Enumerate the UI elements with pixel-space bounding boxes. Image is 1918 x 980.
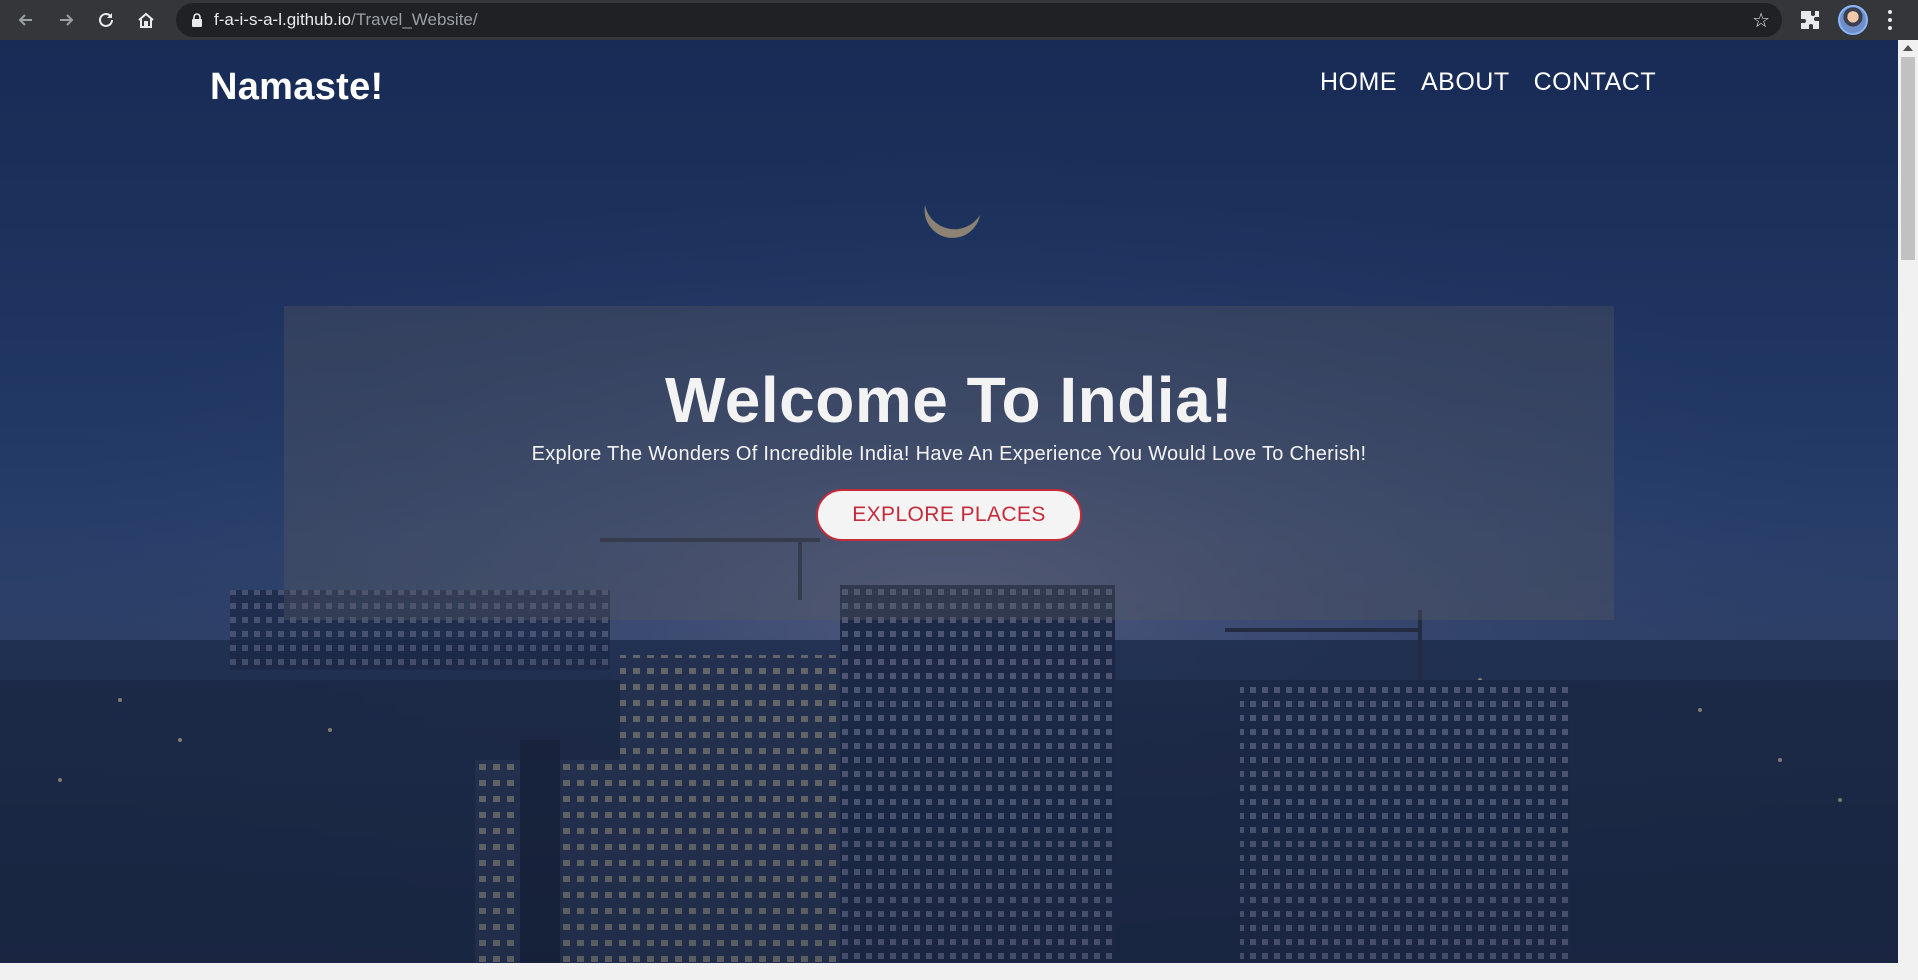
url-path: /Travel_Website/ — [351, 10, 478, 29]
scrollbar-thumb[interactable] — [1901, 57, 1915, 260]
back-icon[interactable] — [12, 6, 40, 34]
site-nav: HOME ABOUT CONTACT — [1320, 68, 1656, 97]
url-text: f-a-i-s-a-l.github.io/Travel_Website/ — [214, 10, 478, 30]
hero-title: Welcome To India! — [665, 364, 1233, 436]
forward-icon[interactable] — [52, 6, 80, 34]
browser-toolbar: f-a-i-s-a-l.github.io/Travel_Website/ ☆ — [0, 0, 1918, 40]
nav-contact[interactable]: CONTACT — [1534, 68, 1656, 97]
star-icon[interactable]: ☆ — [1752, 8, 1770, 33]
home-icon[interactable] — [132, 6, 160, 34]
reload-icon[interactable] — [92, 6, 120, 34]
explore-places-button[interactable]: EXPLORE PLACES — [816, 489, 1082, 541]
nav-about[interactable]: ABOUT — [1421, 68, 1510, 97]
horizontal-scrollbar[interactable] — [0, 963, 1918, 980]
avatar[interactable] — [1838, 5, 1868, 35]
puzzle-icon[interactable] — [1798, 8, 1822, 32]
nav-home[interactable]: HOME — [1320, 68, 1397, 97]
hero-box: Welcome To India! Explore The Wonders Of… — [284, 306, 1614, 620]
hero-subtitle: Explore The Wonders Of Incredible India!… — [531, 443, 1367, 465]
address-bar[interactable]: f-a-i-s-a-l.github.io/Travel_Website/ ☆ — [176, 3, 1782, 37]
kebab-menu-icon[interactable] — [1884, 8, 1896, 32]
url-host: f-a-i-s-a-l.github.io — [214, 10, 351, 29]
vertical-scrollbar[interactable] — [1898, 40, 1918, 963]
lock-icon — [192, 13, 202, 27]
scroll-up-icon[interactable] — [1903, 45, 1913, 51]
site-logo[interactable]: Namaste! — [210, 66, 383, 109]
